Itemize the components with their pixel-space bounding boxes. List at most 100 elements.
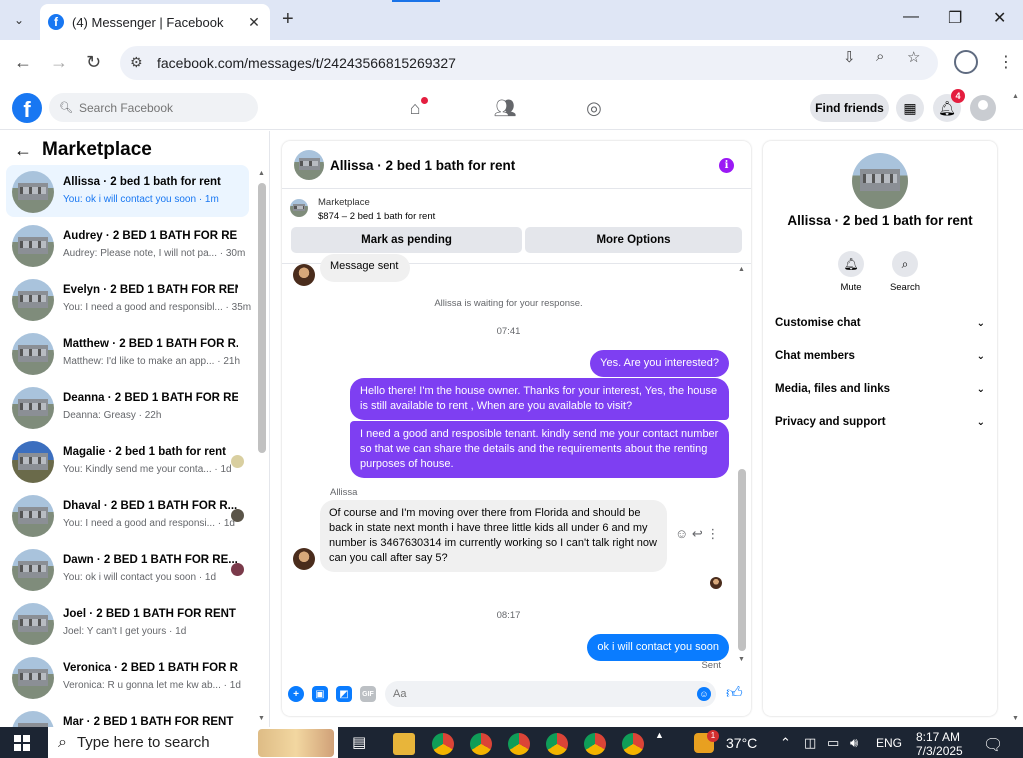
media-files-links-row[interactable]: Media, files and links ⌄: [775, 377, 985, 401]
search-action[interactable]: ⌕ Search: [885, 251, 925, 293]
clock-date[interactable]: 7/3/2025: [916, 744, 963, 758]
clock-time[interactable]: 8:17 AM: [916, 730, 960, 744]
chrome-icon[interactable]: [622, 733, 644, 755]
page-scroll-up-icon[interactable]: ▲: [1012, 93, 1019, 100]
chat-members-row[interactable]: Chat members ⌄: [775, 344, 985, 368]
chat-name: Dawn · 2 BED 1 BATH FOR RE...: [63, 554, 238, 566]
minimize-icon[interactable]: —: [903, 8, 919, 26]
mute-action[interactable]: 🔔︎ Mute: [831, 251, 871, 293]
outgoing-message: Yes. Are you interested?: [590, 350, 729, 377]
chat-item-magalie[interactable]: Magalie · 2 bed 1 bath for rent You: Kin…: [6, 435, 249, 487]
address-bar[interactable]: ⚙ facebook.com/messages/t/24243566815269…: [120, 46, 938, 80]
conversation-title[interactable]: Allissa · 2 bed 1 bath for rent: [330, 158, 515, 173]
page-scroll-down-icon[interactable]: ▼: [1012, 715, 1019, 722]
scroll-up-arrow-icon[interactable]: ▲: [258, 170, 265, 177]
find-friends-button[interactable]: Find friends: [810, 94, 889, 122]
chat-item-mar[interactable]: Mar · 2 BED 1 BATH FOR RENT: [6, 705, 249, 727]
chrome-icon[interactable]: [584, 733, 606, 755]
chrome-icon[interactable]: [432, 733, 454, 755]
profile-icon[interactable]: [954, 50, 978, 74]
chat-item-allissa[interactable]: Allissa · 2 bed 1 bath for rent You: ok …: [6, 165, 249, 217]
chrome-icon[interactable]: [470, 733, 492, 755]
groups-icon[interactable]: ◎: [581, 95, 607, 121]
more-options-button[interactable]: More Options: [525, 227, 742, 253]
chat-preview: You: Kindly send me your conta... · 1d: [63, 464, 232, 475]
network-icon[interactable]: ▭: [827, 735, 839, 751]
timestamp: 07:41: [496, 326, 521, 337]
language-indicator[interactable]: ENG: [876, 736, 902, 750]
back-arrow-icon[interactable]: ←: [14, 52, 32, 73]
bookmark-star-icon[interactable]: ☆: [907, 48, 920, 66]
chat-item-dhaval[interactable]: Dhaval · 2 BED 1 BATH FOR R... You: I ne…: [6, 489, 249, 541]
scroll-up-arrow-icon[interactable]: ▲: [738, 266, 745, 273]
listing-price[interactable]: $874 – 2 bed 1 bath for rent: [318, 211, 435, 222]
windows-start-icon[interactable]: [14, 735, 30, 751]
menu-grid-icon[interactable]: ▦: [896, 94, 924, 122]
gif-icon[interactable]: GIF: [360, 686, 376, 702]
browser-tab[interactable]: f (4) Messenger | Facebook ✕: [40, 4, 270, 40]
scroll-down-arrow-icon[interactable]: ▼: [738, 656, 745, 663]
notification-count-badge: 4: [951, 89, 965, 103]
chat-list-scrollbar[interactable]: [258, 183, 266, 453]
meet-now-icon[interactable]: ◫: [804, 735, 816, 751]
attach-image-icon[interactable]: ▣: [312, 686, 328, 702]
message-action-icons[interactable]: ☺ ↩ ⋮: [675, 526, 719, 542]
chat-preview: You: ok i will contact you soon · 1m: [63, 194, 219, 205]
browser-menu-icon[interactable]: ⋮: [998, 52, 1014, 72]
chat-item-deanna[interactable]: Deanna · 2 BED 1 BATH FOR RE... Deanna: …: [6, 381, 249, 433]
row-label: Chat members: [775, 350, 855, 362]
chat-item-dawn[interactable]: Dawn · 2 BED 1 BATH FOR RE... You: ok i …: [6, 543, 249, 595]
file-explorer-icon[interactable]: [393, 733, 415, 755]
chrome-icon[interactable]: [546, 733, 568, 755]
message-composer: + ▣ ◩ GIF ☺ 👍︎: [282, 679, 751, 709]
info-icon[interactable]: i: [719, 158, 734, 173]
install-app-icon[interactable]: ⇩: [843, 48, 856, 66]
zoom-icon[interactable]: ⌕: [876, 48, 884, 65]
close-window-icon[interactable]: ✕: [993, 8, 1006, 28]
message-scrollbar[interactable]: [738, 469, 746, 651]
sticker-icon[interactable]: ◩: [336, 686, 352, 702]
friends-icon[interactable]: 👥︎: [492, 95, 518, 121]
scroll-down-arrow-icon[interactable]: ▼: [258, 715, 265, 722]
reload-icon[interactable]: ↻: [86, 52, 101, 73]
restore-icon[interactable]: ❐: [948, 8, 962, 28]
site-info-icon[interactable]: ⚙: [130, 54, 143, 71]
row-label: Customise chat: [775, 317, 861, 329]
facebook-search[interactable]: 🔍︎: [49, 93, 258, 122]
conversation-details-panel: Allissa · 2 bed 1 bath for rent 🔔︎ Mute …: [763, 141, 997, 716]
facebook-search-input[interactable]: [78, 100, 249, 115]
notification-center-icon[interactable]: 🗨︎: [983, 735, 1003, 755]
outgoing-message: ok i will contact you soon: [587, 634, 729, 661]
chat-item-veronica[interactable]: Veronica · 2 BED 1 BATH FOR RE... Veroni…: [6, 651, 249, 703]
add-plus-icon[interactable]: +: [288, 686, 304, 702]
message-input[interactable]: [385, 681, 716, 707]
privacy-support-row[interactable]: Privacy and support ⌄: [775, 410, 985, 434]
chat-item-audrey[interactable]: Audrey · 2 BED 1 BATH FOR RENT Audrey: P…: [6, 219, 249, 271]
close-tab-icon[interactable]: ✕: [244, 14, 264, 31]
new-tab-plus-icon[interactable]: +: [282, 8, 294, 31]
waiting-notice: Allissa is waiting for your response.: [434, 298, 583, 309]
thumbs-up-icon[interactable]: 👍︎: [726, 684, 743, 703]
listing-thumbnail[interactable]: [294, 150, 324, 180]
mark-as-pending-button[interactable]: Mark as pending: [291, 227, 522, 253]
chat-item-joel[interactable]: Joel · 2 BED 1 BATH FOR RENT Joel: Y can…: [6, 597, 249, 649]
chat-preview: Matthew: I'd like to make an app... · 21…: [63, 356, 241, 367]
task-view-icon[interactable]: ▤: [352, 733, 366, 751]
facebook-logo-icon[interactable]: f: [12, 93, 42, 123]
emoji-icon[interactable]: ☺: [697, 687, 711, 701]
tab-search-chevron-icon[interactable]: ⌄: [8, 9, 30, 31]
account-avatar[interactable]: [970, 95, 996, 121]
forward-arrow-icon[interactable]: →: [50, 52, 68, 73]
tray-chevron-icon[interactable]: ⌃: [780, 735, 791, 751]
temperature[interactable]: 37°C: [726, 735, 757, 751]
url-text: facebook.com/messages/t/2424356681526932…: [157, 55, 456, 71]
customise-chat-row[interactable]: Customise chat ⌄: [775, 311, 985, 335]
volume-icon[interactable]: 🔊︎: [850, 735, 858, 751]
chat-item-matthew[interactable]: Matthew · 2 BED 1 BATH FOR R... Matthew:…: [6, 327, 249, 379]
back-arrow-icon[interactable]: ←: [14, 140, 32, 161]
message-list: Message sent Allissa is waiting for your…: [282, 254, 751, 671]
chrome-icon[interactable]: [508, 733, 530, 755]
taskbar-scroll-icon[interactable]: ▲: [655, 730, 664, 740]
mute-label: Mute: [840, 282, 862, 293]
chat-item-evelyn[interactable]: Evelyn · 2 BED 1 BATH FOR RENT You: I ne…: [6, 273, 251, 325]
